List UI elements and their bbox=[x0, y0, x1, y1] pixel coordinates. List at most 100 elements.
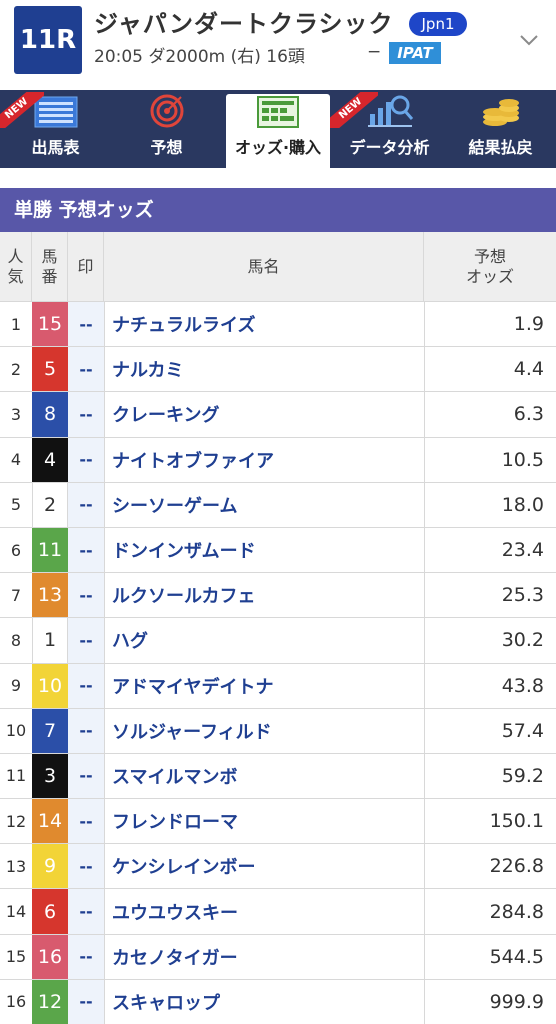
nav-label: オッズ·購入 bbox=[234, 138, 322, 157]
column-divider bbox=[104, 753, 105, 799]
horse-name-link[interactable]: ドンインザムード bbox=[104, 528, 424, 572]
horse-name-link[interactable]: アドマイヤデイトナ bbox=[104, 664, 424, 708]
column-divider bbox=[424, 573, 425, 618]
column-divider bbox=[424, 347, 425, 392]
race-header: 11R ジャパンダートクラシック Jpn1 20:05 ダ2000m (右) 1… bbox=[0, 0, 556, 90]
table-row[interactable]: 2 5 -- ナルカミ 4.4 bbox=[0, 347, 556, 393]
table-row[interactable]: 1 15 -- ナチュラルライズ 1.9 bbox=[0, 302, 556, 348]
column-divider bbox=[424, 799, 425, 844]
column-divider bbox=[424, 753, 425, 799]
horse-number: 10 bbox=[32, 663, 68, 708]
table-row[interactable]: 16 12 -- スキャロップ 999.9 bbox=[0, 979, 556, 1024]
nav-item-racecard[interactable]: NEW 出馬表 bbox=[0, 90, 111, 168]
horse-number: 13 bbox=[32, 573, 68, 618]
table-row[interactable]: 5 2 -- シーソーゲーム 18.0 bbox=[0, 482, 556, 528]
nav-item-prediction[interactable]: 予想 bbox=[111, 90, 222, 168]
table-row[interactable]: 8 1 -- ハグ 30.2 bbox=[0, 618, 556, 664]
popularity-rank: 3 bbox=[10, 404, 22, 424]
column-divider bbox=[104, 392, 105, 437]
odds-value: 4.4 bbox=[513, 358, 544, 381]
popularity-rank: 4 bbox=[10, 450, 22, 470]
target-icon bbox=[150, 94, 183, 128]
horse-name-link[interactable]: フレンドローマ bbox=[104, 799, 424, 843]
prediction-mark[interactable]: -- bbox=[68, 527, 104, 573]
table-row[interactable]: 14 6 -- ユウユウスキー 284.8 bbox=[0, 889, 556, 935]
prediction-mark[interactable]: -- bbox=[68, 979, 104, 1024]
prediction-mark[interactable]: -- bbox=[68, 889, 104, 934]
column-divider bbox=[104, 347, 105, 392]
prediction-mark[interactable]: -- bbox=[68, 934, 104, 979]
nav-item-odds[interactable]: オッズ·購入 bbox=[226, 94, 330, 168]
new-ribbon: NEW bbox=[330, 92, 378, 128]
coins-icon bbox=[482, 99, 519, 126]
odds-value: 544.5 bbox=[489, 945, 544, 968]
popularity-rank: 7 bbox=[10, 585, 22, 605]
horse-name-link[interactable]: ルクソールカフェ bbox=[104, 573, 424, 617]
header-popularity: 人 気 bbox=[0, 232, 32, 302]
prediction-mark[interactable]: -- bbox=[68, 573, 104, 618]
popularity-rank: 8 bbox=[10, 630, 22, 650]
odds-value: 43.8 bbox=[501, 674, 544, 697]
table-row[interactable]: 9 10 -- アドマイヤデイトナ 43.8 bbox=[0, 663, 556, 709]
column-divider bbox=[104, 889, 105, 934]
prediction-mark[interactable]: -- bbox=[68, 347, 104, 392]
odds-value: 999.9 bbox=[489, 990, 544, 1013]
prediction-mark[interactable]: -- bbox=[68, 618, 104, 663]
horse-name-link[interactable]: ナルカミ bbox=[104, 347, 424, 391]
prediction-mark[interactable]: -- bbox=[68, 708, 104, 753]
horse-name-link[interactable]: カセノタイガー bbox=[104, 935, 424, 979]
column-divider bbox=[104, 979, 105, 1024]
odds-value: 1.9 bbox=[513, 313, 544, 336]
column-divider bbox=[424, 302, 425, 347]
column-divider bbox=[104, 302, 105, 347]
table-row[interactable]: 6 11 -- ドンインザムード 23.4 bbox=[0, 527, 556, 574]
column-divider bbox=[424, 527, 425, 573]
table-row[interactable]: 10 7 -- ソルジャーフィルド 57.4 bbox=[0, 708, 556, 754]
nav-item-results[interactable]: 結果払戻 bbox=[445, 90, 556, 168]
horse-name-link[interactable]: スマイルマンボ bbox=[104, 754, 424, 798]
column-divider bbox=[104, 482, 105, 527]
horse-name-link[interactable]: シーソーゲーム bbox=[104, 483, 424, 527]
horse-name-link[interactable]: ソルジャーフィルド bbox=[104, 709, 424, 753]
header-odds[interactable]: 予想 オッズ bbox=[424, 232, 556, 302]
prediction-mark[interactable]: -- bbox=[68, 799, 104, 844]
table-row[interactable]: 4 4 -- ナイトオブファイア 10.5 bbox=[0, 437, 556, 483]
prediction-mark[interactable]: -- bbox=[68, 302, 104, 347]
prediction-mark[interactable]: -- bbox=[68, 437, 104, 482]
prediction-mark[interactable]: -- bbox=[68, 844, 104, 889]
table-row[interactable]: 11 3 -- スマイルマンボ 59.2 bbox=[0, 753, 556, 800]
column-divider bbox=[424, 934, 425, 979]
column-divider bbox=[424, 392, 425, 437]
table-row[interactable]: 13 9 -- ケンシレインボー 226.8 bbox=[0, 844, 556, 890]
horse-name-link[interactable]: ユウユウスキー bbox=[104, 889, 424, 933]
odds-value: 284.8 bbox=[489, 900, 544, 923]
horse-name-link[interactable]: ナイトオブファイア bbox=[104, 438, 424, 482]
column-divider bbox=[104, 527, 105, 573]
horse-name-link[interactable]: ケンシレインボー bbox=[104, 844, 424, 888]
horse-name-link[interactable]: ナチュラルライズ bbox=[104, 302, 424, 346]
column-divider bbox=[104, 799, 105, 844]
horse-number: 8 bbox=[32, 392, 68, 437]
ipat-badge[interactable]: IPAT bbox=[389, 42, 441, 64]
prediction-mark[interactable]: -- bbox=[68, 392, 104, 437]
table-row[interactable]: 3 8 -- クレーキング 6.3 bbox=[0, 392, 556, 438]
nav-label: 出馬表 bbox=[31, 138, 80, 157]
popularity-rank: 5 bbox=[10, 495, 22, 515]
prediction-mark[interactable]: -- bbox=[68, 753, 104, 799]
popularity-rank: 11 bbox=[5, 766, 27, 786]
horse-name-link[interactable]: クレーキング bbox=[104, 392, 424, 436]
grade-badge: Jpn1 bbox=[409, 12, 467, 36]
table-row[interactable]: 12 14 -- フレンドローマ 150.1 bbox=[0, 799, 556, 845]
odds-board-icon bbox=[257, 96, 299, 128]
prediction-mark[interactable]: -- bbox=[68, 482, 104, 527]
popularity-rank: 9 bbox=[10, 676, 22, 696]
horse-name-link[interactable]: ハグ bbox=[104, 618, 424, 662]
section-title: 単勝 予想オッズ bbox=[0, 188, 556, 232]
chevron-down-icon[interactable] bbox=[519, 30, 539, 50]
table-row[interactable]: 7 13 -- ルクソールカフェ 25.3 bbox=[0, 573, 556, 619]
section-spacer bbox=[0, 168, 556, 188]
nav-item-data-analysis[interactable]: NEW データ分析 bbox=[330, 90, 445, 168]
table-row[interactable]: 15 16 -- カセノタイガー 544.5 bbox=[0, 934, 556, 980]
prediction-mark[interactable]: -- bbox=[68, 663, 104, 708]
horse-name-link[interactable]: スキャロップ bbox=[104, 980, 424, 1024]
